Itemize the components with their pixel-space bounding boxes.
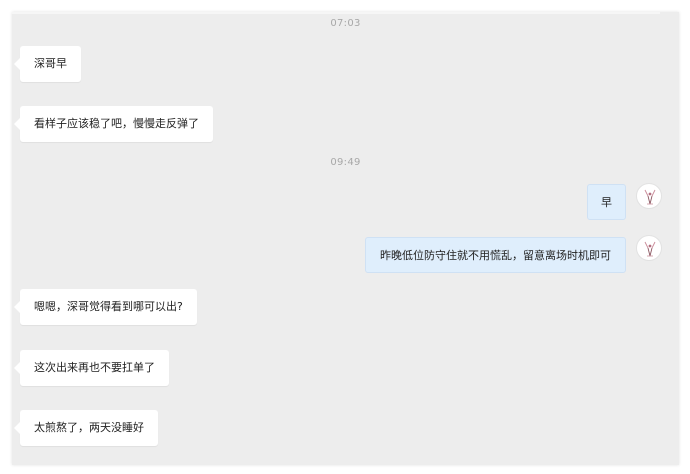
message-bubble-outgoing[interactable]: 早: [587, 184, 626, 220]
message-bubble-incoming[interactable]: 嗯嗯，深哥觉得看到哪可以出?: [14, 289, 197, 325]
message-bubble-incoming[interactable]: 太煎熬了，两天没睡好: [14, 410, 158, 446]
user-avatar-icon[interactable]: [636, 183, 662, 209]
user-avatar-icon[interactable]: [636, 235, 662, 261]
message-bubble-incoming[interactable]: 这次出来再也不要扛单了: [14, 350, 169, 386]
timestamp: 07:03: [330, 18, 361, 29]
panel-top-divider: [12, 12, 660, 14]
message-bubble-incoming[interactable]: 深哥早: [14, 46, 81, 82]
message-bubble-incoming[interactable]: 看样子应该稳了吧，慢慢走反弹了: [14, 106, 213, 142]
chat-panel: 07:03 深哥早 看样子应该稳了吧，慢慢走反弹了 09:49 早 昨晚低位防守…: [12, 12, 679, 465]
timestamp: 09:49: [330, 157, 361, 168]
message-bubble-outgoing[interactable]: 昨晚低位防守住就不用慌乱，留意离场时机即可: [365, 237, 626, 273]
